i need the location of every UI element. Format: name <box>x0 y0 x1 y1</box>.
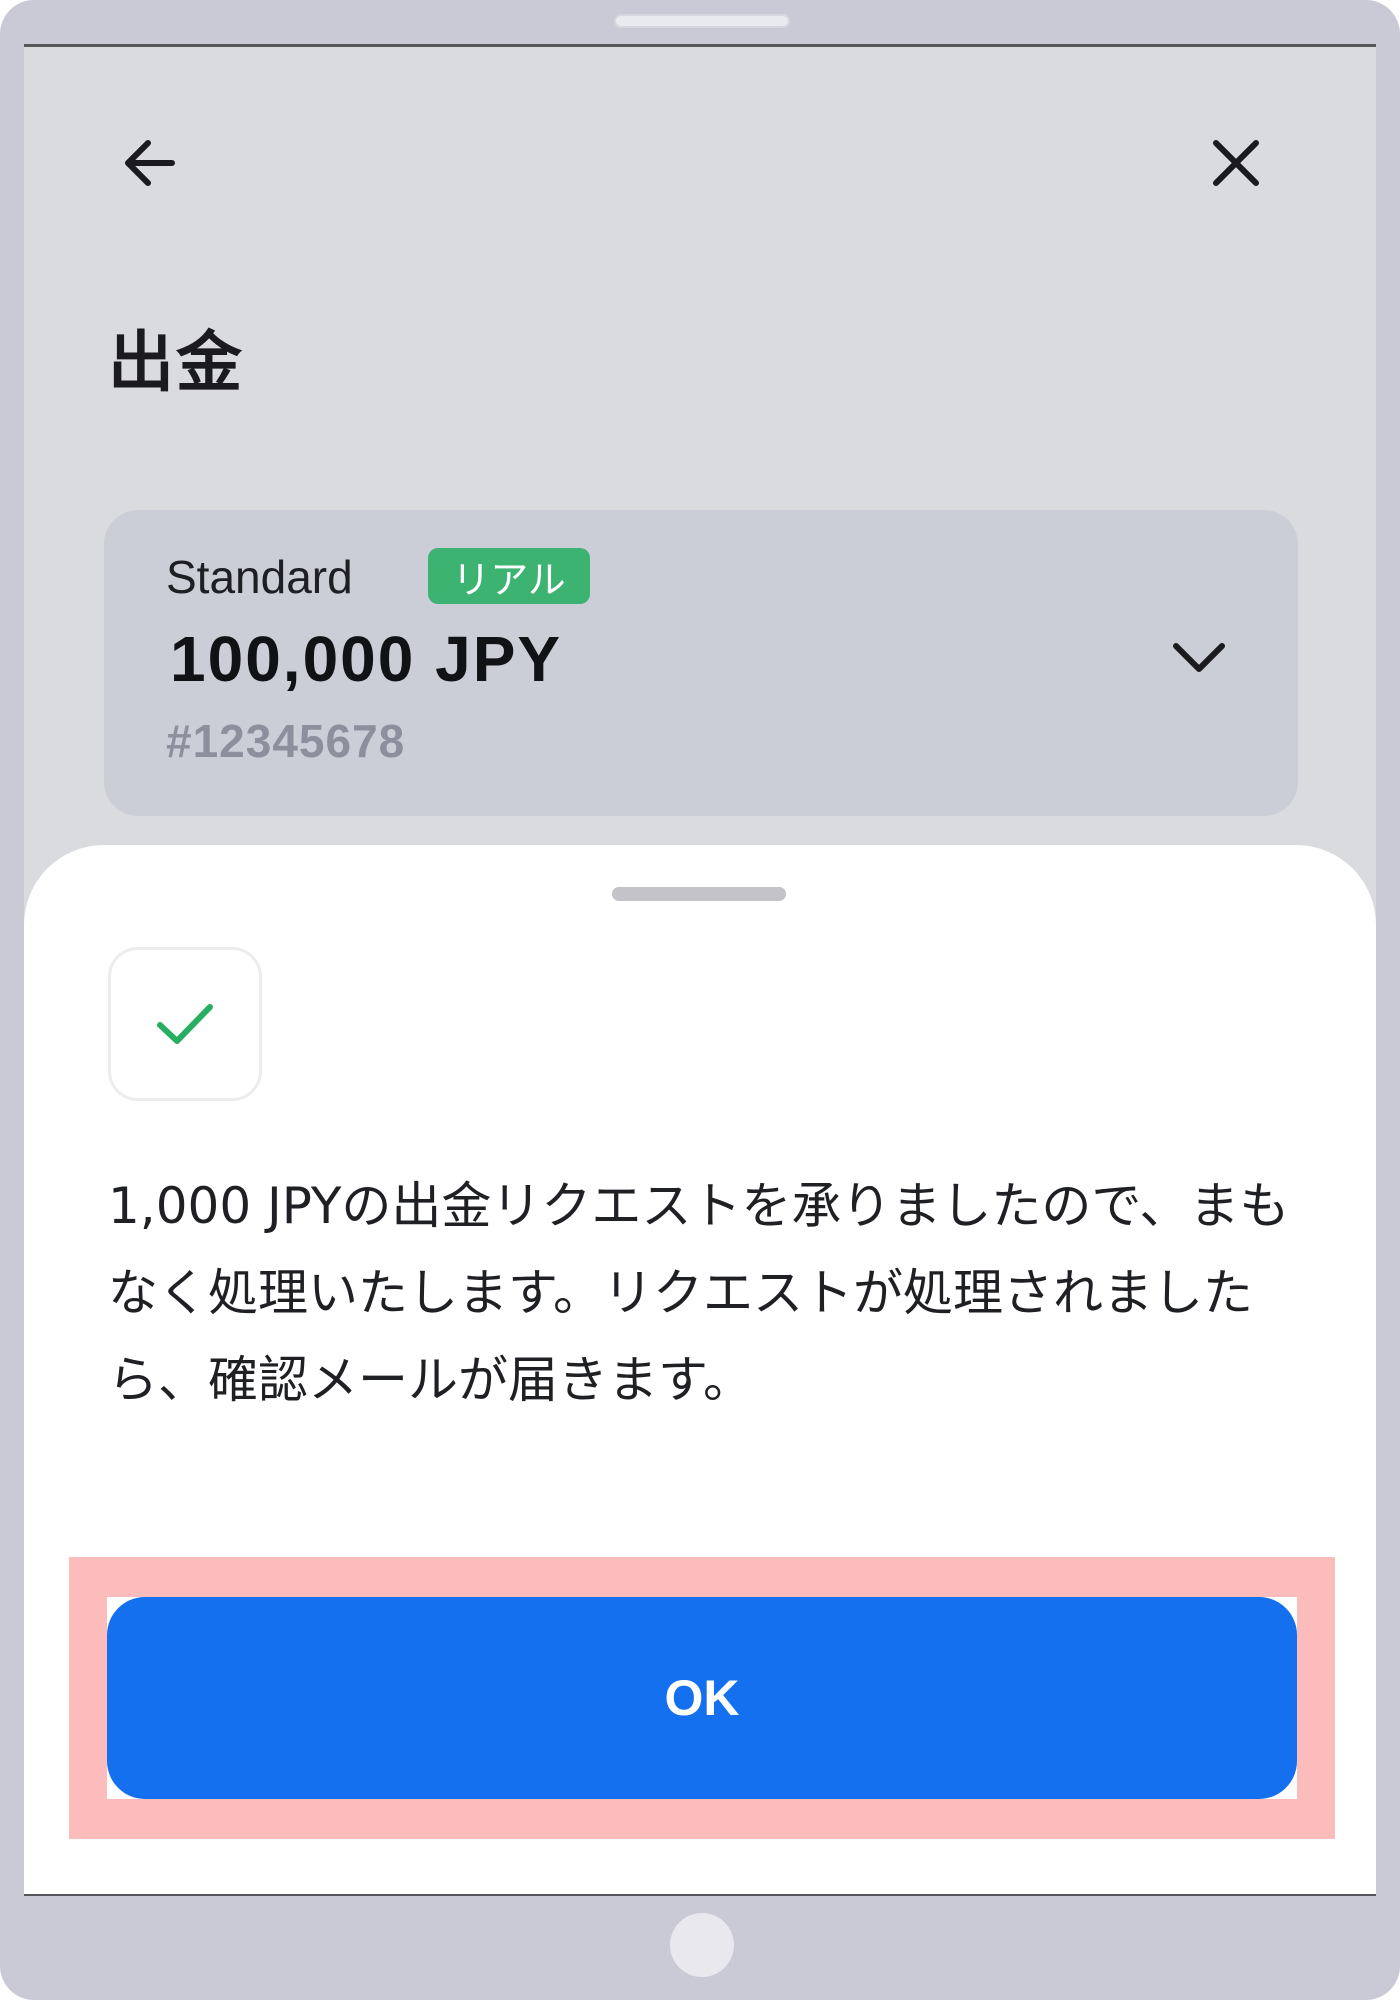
back-button[interactable] <box>110 123 190 203</box>
success-indicator <box>108 947 262 1101</box>
account-number: #12345678 <box>166 715 406 767</box>
chevron-down-icon[interactable] <box>1164 622 1234 692</box>
ok-button-container: OK <box>107 1597 1297 1799</box>
close-icon <box>1213 140 1259 186</box>
page-title: 出金 <box>108 324 244 401</box>
ok-button-highlight: OK <box>69 1557 1335 1839</box>
account-balance: 100,000 JPY <box>170 623 563 695</box>
drag-handle[interactable] <box>612 887 786 901</box>
ok-button[interactable]: OK <box>107 1597 1297 1799</box>
close-button[interactable] <box>1196 123 1276 203</box>
device-frame: 出金 Standard リアル 100,000 JPY #12345678 1,… <box>0 0 1400 2000</box>
bottom-sheet: 1,000 JPYの出金リクエストを承りましたので、まもなく処理いたします。リク… <box>24 845 1376 1894</box>
home-button[interactable] <box>670 1913 734 1977</box>
check-icon <box>157 1004 213 1044</box>
top-notch <box>614 14 790 28</box>
account-selector[interactable]: Standard リアル 100,000 JPY #12345678 <box>104 510 1298 816</box>
arrow-left-icon <box>125 140 175 186</box>
account-badge: リアル <box>428 548 590 604</box>
confirmation-message: 1,000 JPYの出金リクエストを承りましたので、まもなく処理いたします。リク… <box>108 1177 1290 1409</box>
account-type: Standard <box>166 551 353 603</box>
screen: 出金 Standard リアル 100,000 JPY #12345678 1,… <box>24 44 1376 1896</box>
